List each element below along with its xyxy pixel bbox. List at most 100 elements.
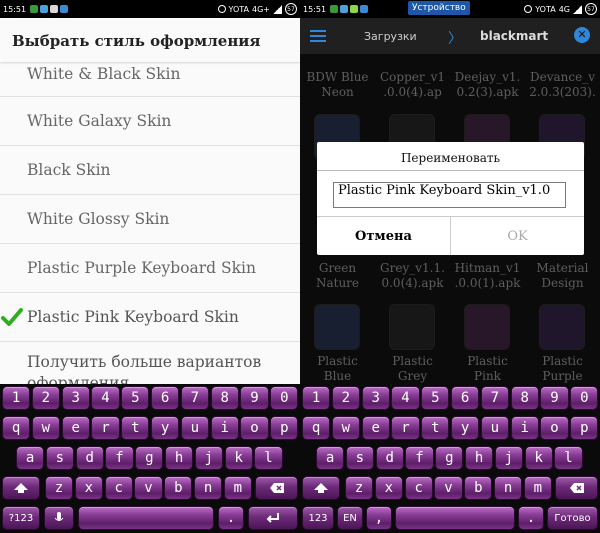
key-r[interactable]: r — [391, 416, 420, 440]
key-o[interactable]: o — [240, 416, 269, 440]
key-x[interactable]: x — [74, 476, 103, 500]
key-z[interactable]: z — [345, 476, 374, 500]
key-4[interactable]: 4 — [391, 386, 420, 410]
key-s[interactable]: s — [45, 446, 74, 470]
key-z[interactable]: z — [45, 476, 74, 500]
key-s[interactable]: s — [345, 446, 374, 470]
key-k[interactable]: k — [224, 446, 253, 470]
key-w[interactable]: w — [331, 416, 360, 440]
key-l[interactable]: l — [554, 446, 583, 470]
key-8[interactable]: 8 — [210, 386, 239, 410]
key-2[interactable]: 2 — [331, 386, 360, 410]
backspace-key[interactable] — [555, 476, 598, 500]
key-r[interactable]: r — [91, 416, 120, 440]
enter-key[interactable] — [248, 506, 298, 530]
key-u[interactable]: u — [480, 416, 509, 440]
key-8[interactable]: 8 — [510, 386, 539, 410]
symbols-key[interactable]: ?123 — [2, 506, 40, 530]
key-0[interactable]: 0 — [570, 386, 599, 410]
space-key[interactable] — [395, 506, 515, 530]
key-c[interactable]: c — [404, 476, 433, 500]
key-6[interactable]: 6 — [151, 386, 180, 410]
key-g[interactable]: g — [435, 446, 464, 470]
skin-option-selected[interactable]: Plastic Pink Keyboard Skin — [0, 293, 300, 342]
shift-key[interactable] — [302, 476, 340, 500]
key-5[interactable]: 5 — [121, 386, 150, 410]
key-t[interactable]: t — [121, 416, 150, 440]
skin-option[interactable]: White Galaxy Skin — [0, 97, 300, 146]
key-i[interactable]: i — [510, 416, 539, 440]
key-6[interactable]: 6 — [451, 386, 480, 410]
key-h[interactable]: h — [165, 446, 194, 470]
skin-option[interactable]: White Glossy Skin — [0, 195, 300, 244]
key-f[interactable]: f — [405, 446, 434, 470]
key-3[interactable]: 3 — [61, 386, 90, 410]
key-9[interactable]: 9 — [540, 386, 569, 410]
key-b[interactable]: b — [164, 476, 193, 500]
key-k[interactable]: k — [524, 446, 553, 470]
skin-option[interactable]: Plastic Purple Keyboard Skin — [0, 244, 300, 293]
key-n[interactable]: n — [194, 476, 223, 500]
key-o[interactable]: o — [540, 416, 569, 440]
key-0[interactable]: 0 — [270, 386, 299, 410]
key-9[interactable]: 9 — [240, 386, 269, 410]
notification-icon — [50, 5, 59, 13]
key-m[interactable]: m — [523, 476, 552, 500]
key-q[interactable]: q — [2, 416, 31, 440]
key-a[interactable]: a — [16, 446, 45, 470]
space-key[interactable] — [78, 506, 214, 530]
voice-input-key[interactable] — [44, 506, 74, 530]
key-h[interactable]: h — [465, 446, 494, 470]
period-key[interactable]: . — [218, 506, 244, 530]
comma-key[interactable]: , — [366, 506, 392, 530]
done-key[interactable]: Готово — [547, 506, 598, 530]
key-x[interactable]: x — [374, 476, 403, 500]
key-3[interactable]: 3 — [361, 386, 390, 410]
breadcrumb-blackmart[interactable]: blackmart — [480, 29, 548, 43]
key-v[interactable]: v — [434, 476, 463, 500]
key-m[interactable]: m — [223, 476, 252, 500]
backspace-key[interactable] — [255, 476, 298, 500]
key-p[interactable]: p — [570, 416, 599, 440]
key-7[interactable]: 7 — [480, 386, 509, 410]
key-y[interactable]: y — [151, 416, 180, 440]
key-5[interactable]: 5 — [421, 386, 450, 410]
close-icon[interactable]: ✕ — [574, 27, 590, 43]
key-1[interactable]: 1 — [2, 386, 31, 410]
key-i[interactable]: i — [210, 416, 239, 440]
key-j[interactable]: j — [494, 446, 523, 470]
ok-button[interactable]: OK — [451, 217, 584, 255]
key-g[interactable]: g — [135, 446, 164, 470]
language-key[interactable]: EN — [337, 506, 363, 530]
key-7[interactable]: 7 — [180, 386, 209, 410]
key-w[interactable]: w — [31, 416, 60, 440]
cancel-button[interactable]: Отмена — [317, 217, 451, 255]
symbols-key[interactable]: 123 — [302, 506, 334, 530]
period-key[interactable]: . — [518, 506, 544, 530]
key-v[interactable]: v — [134, 476, 163, 500]
key-e[interactable]: e — [361, 416, 390, 440]
key-d[interactable]: d — [75, 446, 104, 470]
key-b[interactable]: b — [464, 476, 493, 500]
key-p[interactable]: p — [270, 416, 299, 440]
key-n[interactable]: n — [494, 476, 523, 500]
shift-key[interactable] — [2, 476, 40, 500]
key-u[interactable]: u — [180, 416, 209, 440]
key-d[interactable]: d — [375, 446, 404, 470]
key-t[interactable]: t — [421, 416, 450, 440]
key-1[interactable]: 1 — [302, 386, 331, 410]
key-f[interactable]: f — [105, 446, 134, 470]
key-q[interactable]: q — [302, 416, 331, 440]
breadcrumb-downloads[interactable]: Загрузки — [364, 30, 417, 43]
key-l[interactable]: l — [254, 446, 283, 470]
key-e[interactable]: e — [61, 416, 90, 440]
rename-input[interactable]: Plastic Pink Keyboard Skin_v1.0 — [333, 182, 566, 208]
skin-option[interactable]: Black Skin — [0, 146, 300, 195]
key-4[interactable]: 4 — [91, 386, 120, 410]
key-2[interactable]: 2 — [31, 386, 60, 410]
key-y[interactable]: y — [451, 416, 480, 440]
key-c[interactable]: c — [104, 476, 133, 500]
menu-icon[interactable] — [310, 30, 326, 42]
key-a[interactable]: a — [316, 446, 345, 470]
key-j[interactable]: j — [194, 446, 223, 470]
